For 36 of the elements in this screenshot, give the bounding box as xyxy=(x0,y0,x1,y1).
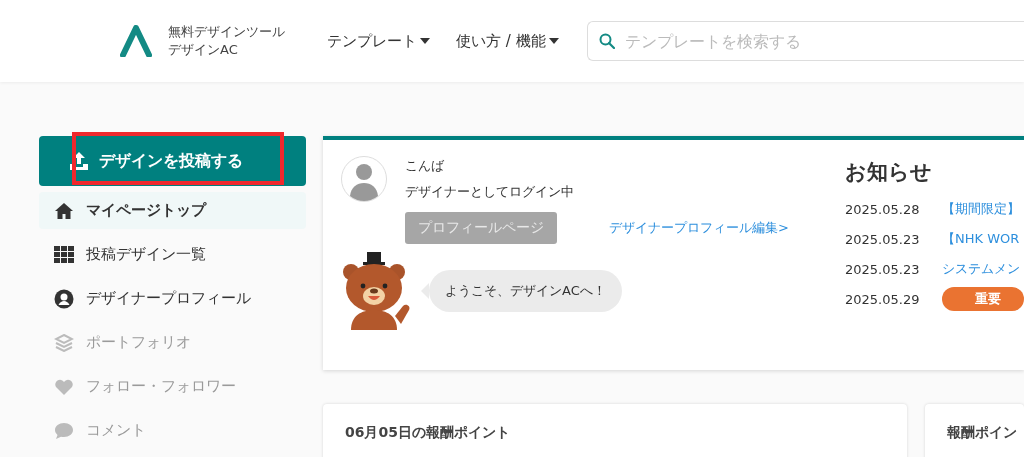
edit-profile-link[interactable]: デザイナープロフィール編集> xyxy=(609,219,789,237)
news-link[interactable]: システムメン xyxy=(942,260,1024,278)
sidebar-item[interactable]: デザイナープロフィール xyxy=(39,280,306,317)
avatar-icon xyxy=(341,156,387,202)
login-status-text: デザイナーとしてログイン中 xyxy=(405,183,575,201)
logo-name: デザインAC xyxy=(168,41,239,59)
news-date: 2025.05.23 xyxy=(845,261,921,277)
nav-menu-link[interactable]: 使い方 / 機能 xyxy=(456,31,559,51)
caret-icon xyxy=(420,38,430,44)
sidebar-item[interactable]: 投稿デザイン一覧 xyxy=(39,236,306,273)
upload-icon xyxy=(68,151,89,171)
logo-icon xyxy=(120,25,152,57)
nav-menu-link[interactable]: テンプレート xyxy=(327,31,430,51)
card-title: 報酬ポイン xyxy=(947,424,1018,442)
news-date: 2025.05.28 xyxy=(845,201,921,217)
news-link[interactable]: 【NHK WOR xyxy=(942,230,1024,248)
heart-icon xyxy=(54,377,74,396)
grid-icon xyxy=(54,245,74,264)
news-heading: お知らせ xyxy=(845,159,933,186)
upload-design-button[interactable]: デザインを投稿する xyxy=(39,136,306,186)
layers-icon xyxy=(54,333,74,352)
logo-tagline: 無料デザインツール xyxy=(168,23,285,41)
news-date: 2025.05.29 xyxy=(845,291,921,307)
speech-bubble-icon xyxy=(54,421,74,440)
home-icon xyxy=(54,201,74,220)
search-field[interactable]: テンプレートを検索する xyxy=(586,21,1024,61)
user-icon xyxy=(54,288,74,309)
search-icon xyxy=(598,33,615,49)
sidebar-item[interactable]: マイページトップ xyxy=(39,192,306,229)
important-badge: 重要 xyxy=(942,287,1024,311)
welcome-speech-bubble: ようこそ、デザインACへ！ xyxy=(429,270,622,312)
card-title: 06月05日の報酬ポイント xyxy=(345,424,511,442)
greeting-text: こんば xyxy=(405,157,445,175)
news-link[interactable]: 【期間限定】 xyxy=(942,200,1024,218)
news-date: 2025.05.23 xyxy=(845,231,921,247)
caret-icon xyxy=(548,38,559,44)
